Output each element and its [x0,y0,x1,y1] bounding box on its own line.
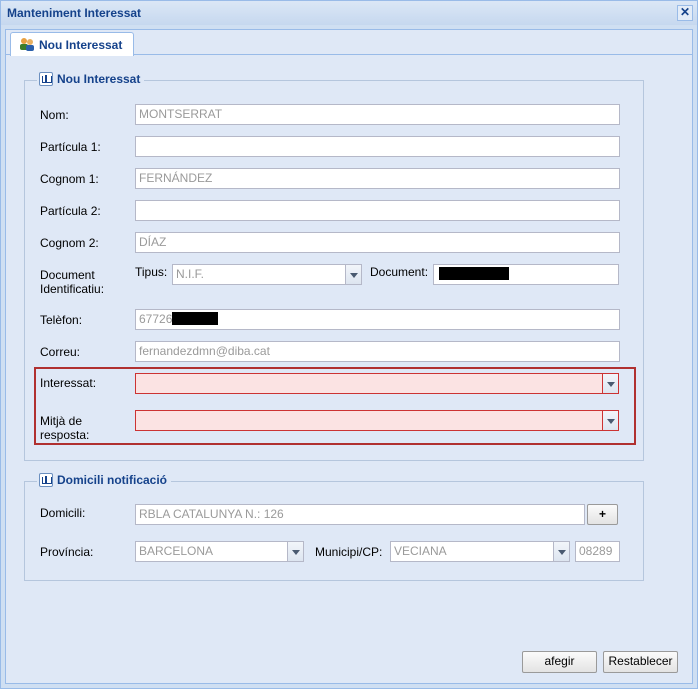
correu-label: Correu: [40,345,81,359]
mitja-dropdown-icon[interactable] [602,410,619,431]
provincia-select[interactable]: BARCELONA [135,541,288,562]
tab-nou-interessat[interactable]: Nou Interessat [10,32,134,56]
users-icon [20,38,34,51]
cognom1-label: Cognom 1: [40,172,99,186]
interessat-label: Interessat: [40,376,97,390]
legend-text: Domicili notificació [57,473,168,487]
document-label-line1: Document [40,268,95,282]
binoculars-icon [39,72,53,86]
nom-label: Nom: [40,108,69,122]
municipi-select[interactable]: VECIANA [390,541,554,562]
fieldset-legend: Nou Interessat [37,72,145,88]
redacted-block [172,312,219,325]
fieldset-domicili: Domicili notificació [24,473,644,581]
correu-field[interactable]: fernandezdmn@diba.cat [135,341,620,362]
mitja-label-line1: Mitjà de [40,414,83,428]
particula2-label: Partícula 2: [40,204,101,218]
cp-field[interactable]: 08289 [575,541,620,562]
document-field[interactable] [433,264,619,285]
provincia-dropdown-icon[interactable] [287,541,304,562]
provincia-label: Província: [40,545,94,559]
tipus-dropdown-icon[interactable] [345,264,362,285]
fieldset-legend: Domicili notificació [37,473,172,489]
afegir-button[interactable]: afegir [522,651,597,673]
domicili-field[interactable]: RBLA CATALUNYA N.: 126 [135,504,585,525]
interessat-select[interactable] [135,373,603,394]
document-field-label: Document: [370,265,429,279]
add-domicili-button[interactable]: + [587,504,618,525]
binoculars-icon [39,473,53,487]
tab-strip: Nou Interessat [6,30,692,56]
cognom2-field[interactable]: DÍAZ [135,232,620,253]
tab-label: Nou Interessat [39,38,123,52]
mitja-label-line2: resposta: [40,428,90,442]
tipus-select[interactable]: N.I.F. [172,264,346,285]
document-label-line2: Identificatiu: [40,282,105,296]
restablecer-button[interactable]: Restablecer [603,651,678,673]
particula1-field[interactable] [135,136,620,157]
interessat-dropdown-icon[interactable] [602,373,619,394]
telefon-label: Telèfon: [40,313,83,327]
telefon-value: 67726 [139,312,173,326]
close-icon[interactable]: ✕ [677,5,693,21]
window-title: Manteniment Interessat [7,6,142,20]
municipi-label: Municipi/CP: [315,545,383,559]
redacted-block [439,267,509,280]
municipi-dropdown-icon[interactable] [553,541,570,562]
particula1-label: Partícula 1: [40,140,101,154]
telefon-field[interactable]: 67726 [135,309,620,330]
window-titlebar[interactable]: Manteniment Interessat ✕ [1,1,697,25]
domicili-label: Domicili: [40,506,86,520]
cognom1-field[interactable]: FERNÁNDEZ [135,168,620,189]
nom-field[interactable]: MONTSERRAT [135,104,620,125]
particula2-field[interactable] [135,200,620,221]
mitja-resposta-select[interactable] [135,410,603,431]
cognom2-label: Cognom 2: [40,236,99,250]
legend-text: Nou Interessat [57,72,141,86]
tipus-label: Tipus: [135,265,168,279]
